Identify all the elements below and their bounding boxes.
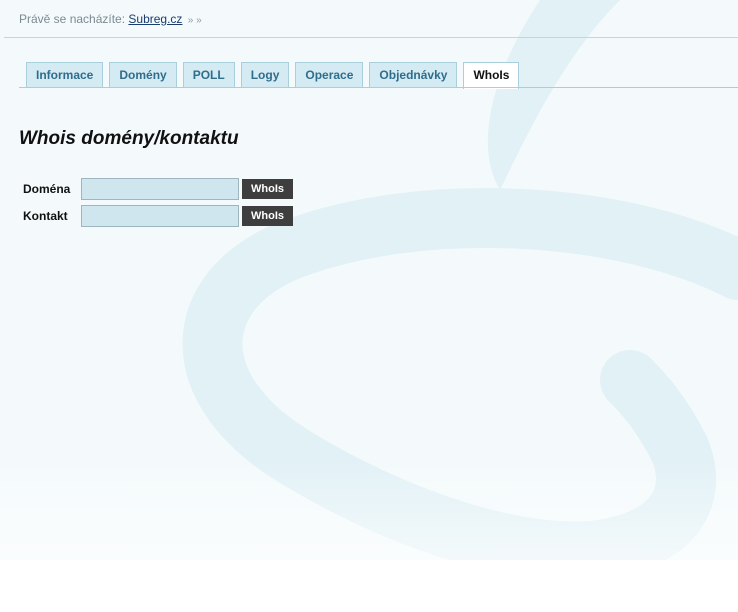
tab-objednavky[interactable]: Objednávky (369, 62, 458, 87)
tab-logy[interactable]: Logy (240, 62, 290, 87)
tab-poll[interactable]: POLL (182, 62, 235, 87)
tab-bar: Informace Domény POLL Logy Operace Objed… (26, 62, 520, 89)
tab-operace[interactable]: Operace (295, 62, 364, 87)
tab-informace[interactable]: Informace (26, 62, 104, 87)
tabs-divider (19, 87, 738, 88)
breadcrumb: Právě se nacházíte: Subreg.cz » » (19, 12, 202, 26)
tab-domeny[interactable]: Domény (109, 62, 177, 87)
page-title: Whois domény/kontaktu (19, 128, 239, 149)
contact-whois-button[interactable]: WhoIs (242, 206, 293, 226)
page: Právě se nacházíte: Subreg.cz » » Inform… (0, 0, 738, 612)
contact-row: Kontakt WhoIs (23, 205, 293, 227)
domain-label: Doména (23, 182, 71, 196)
contact-input[interactable] (81, 205, 239, 227)
domain-input[interactable] (81, 178, 239, 200)
domain-whois-button[interactable]: WhoIs (242, 179, 293, 199)
domain-row: Doména WhoIs (23, 178, 293, 200)
breadcrumb-separator: » » (187, 15, 202, 26)
contact-label: Kontakt (23, 209, 68, 223)
tab-whois[interactable]: WhoIs (463, 62, 520, 89)
breadcrumb-link-subreg[interactable]: Subreg.cz (128, 12, 182, 26)
breadcrumb-prefix: Právě se nacházíte: (19, 12, 126, 26)
header-divider (4, 37, 738, 38)
